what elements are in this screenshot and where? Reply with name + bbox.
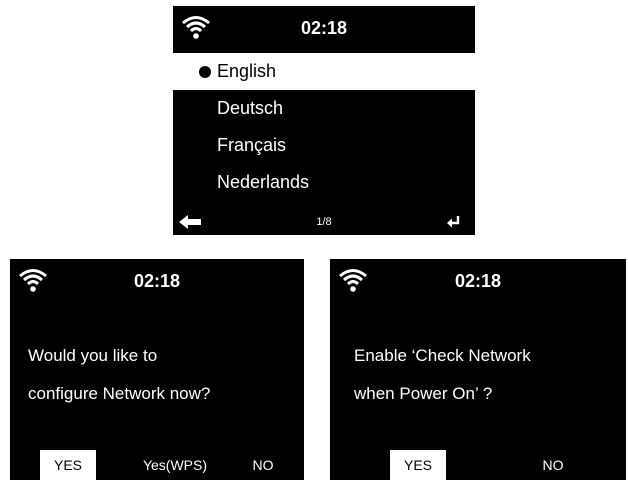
no-button[interactable]: NO xyxy=(240,450,286,480)
enter-icon[interactable] xyxy=(447,215,461,229)
dialog-message-line: Would you like to xyxy=(28,346,158,365)
language-label: Deutsch xyxy=(217,98,284,118)
page-indicator: 1/8 xyxy=(316,216,332,228)
status-bar: 02:18 xyxy=(173,6,475,50)
menu-footer: 1/8 xyxy=(173,209,475,235)
yes-button[interactable]: YES xyxy=(40,450,96,480)
status-bar: 02:18 xyxy=(10,259,304,303)
dialog-message-line: Enable ‘Check Network xyxy=(354,346,531,365)
language-item-deutsch[interactable]: Deutsch xyxy=(173,90,475,127)
clock: 02:18 xyxy=(300,18,348,38)
language-item-francais[interactable]: Français xyxy=(173,127,475,164)
dialog-message-line: configure Network now? xyxy=(28,384,211,403)
language-label: English xyxy=(217,61,277,81)
language-label: Français xyxy=(217,135,287,155)
language-menu-screen: 02:18 English Deutsch Français Nederland… xyxy=(173,6,475,235)
language-item-nederlands[interactable]: Nederlands xyxy=(173,164,475,201)
configure-network-dialog: 02:18 Would you like to configure Networ… xyxy=(10,259,304,480)
yes-wps-button[interactable]: Yes(WPS) xyxy=(132,450,218,480)
selected-bullet-icon xyxy=(199,66,211,78)
language-item-english[interactable]: English xyxy=(173,53,475,90)
clock: 02:18 xyxy=(454,271,502,291)
no-button[interactable]: NO xyxy=(530,450,576,480)
language-label: Nederlands xyxy=(217,172,310,192)
yes-button[interactable]: YES xyxy=(390,450,446,480)
check-network-dialog: 02:18 Enable ‘Check Network when Power O… xyxy=(330,259,626,480)
language-list: English Deutsch Français Nederlands xyxy=(173,53,475,201)
status-bar: 02:18 xyxy=(330,259,626,303)
clock: 02:18 xyxy=(133,271,181,291)
dialog-message-line: when Power On’ ? xyxy=(354,384,493,403)
